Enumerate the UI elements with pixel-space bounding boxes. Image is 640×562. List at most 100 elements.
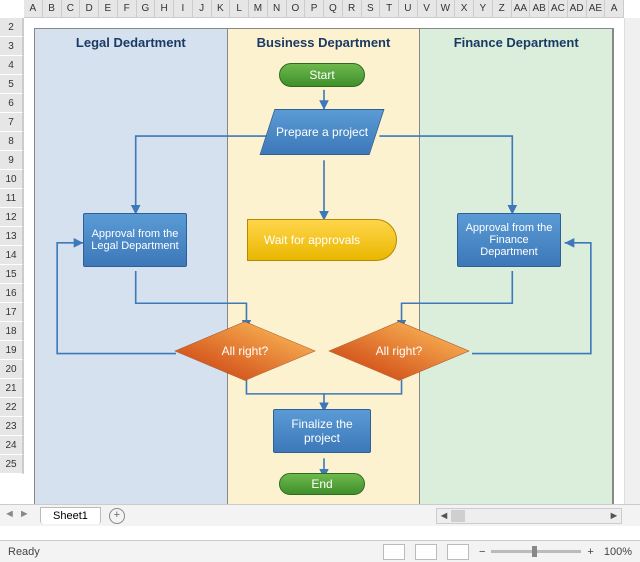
status-ready: Ready [8, 546, 40, 558]
row-headers: 2345678910111213141516171819202122232425 [0, 18, 24, 474]
scroll-thumb[interactable] [451, 510, 465, 522]
worksheet-canvas[interactable]: Legal Dedartment Business Department Fin… [24, 18, 624, 508]
col-header-I[interactable]: I [174, 0, 193, 17]
zoom-slider[interactable] [491, 550, 581, 553]
end-label: End [311, 477, 332, 491]
row-header-3[interactable]: 3 [0, 37, 23, 56]
sheet-tab-1[interactable]: Sheet1 [40, 507, 101, 524]
col-header-T[interactable]: T [380, 0, 399, 17]
col-header-R[interactable]: R [343, 0, 362, 17]
approval-legal-label: Approval from the Legal Department [88, 228, 182, 252]
zoom-out-button[interactable]: − [479, 546, 485, 558]
row-header-20[interactable]: 20 [0, 360, 23, 379]
row-header-13[interactable]: 13 [0, 227, 23, 246]
scroll-left-icon[interactable]: ◄ [437, 509, 451, 523]
col-header-W[interactable]: W [437, 0, 456, 17]
row-header-25[interactable]: 25 [0, 455, 23, 474]
wait-label: Wait for approvals [264, 233, 360, 247]
shape-start[interactable]: Start [279, 63, 365, 87]
row-header-4[interactable]: 4 [0, 56, 23, 75]
row-header-15[interactable]: 15 [0, 265, 23, 284]
col-header-V[interactable]: V [418, 0, 437, 17]
tab-next-icon[interactable]: ► [19, 508, 30, 520]
row-header-17[interactable]: 17 [0, 303, 23, 322]
col-header-H[interactable]: H [155, 0, 174, 17]
row-header-12[interactable]: 12 [0, 208, 23, 227]
decision-left-label: All right? [175, 321, 315, 381]
row-header-7[interactable]: 7 [0, 113, 23, 132]
row-header-19[interactable]: 19 [0, 341, 23, 360]
approval-finance-label: Approval from the Finance Department [462, 222, 556, 258]
swimlane-container: Legal Dedartment Business Department Fin… [34, 28, 614, 506]
view-pagebreak-button[interactable] [447, 544, 469, 560]
col-header-AD[interactable]: AD [568, 0, 587, 17]
col-header-AC[interactable]: AC [549, 0, 568, 17]
col-header-Y[interactable]: Y [474, 0, 493, 17]
row-header-10[interactable]: 10 [0, 170, 23, 189]
zoom-level[interactable]: 100% [604, 546, 632, 558]
row-header-24[interactable]: 24 [0, 436, 23, 455]
col-header-E[interactable]: E [99, 0, 118, 17]
col-header-B[interactable]: B [43, 0, 62, 17]
row-header-18[interactable]: 18 [0, 322, 23, 341]
status-bar: Ready − + 100% [0, 540, 640, 562]
decision-right-label: All right? [329, 321, 469, 381]
col-header-C[interactable]: C [62, 0, 81, 17]
col-header-AB[interactable]: AB [530, 0, 549, 17]
row-header-2[interactable]: 2 [0, 18, 23, 37]
col-header-J[interactable]: J [193, 0, 212, 17]
lane-business-title: Business Department [228, 29, 420, 56]
tab-nav[interactable]: ◄ ► [4, 508, 44, 520]
scroll-right-icon[interactable]: ► [607, 509, 621, 523]
col-header-AE[interactable]: AE [587, 0, 606, 17]
col-header-U[interactable]: U [399, 0, 418, 17]
col-header-Z[interactable]: Z [493, 0, 512, 17]
vertical-scrollbar[interactable] [624, 18, 640, 506]
add-sheet-button[interactable]: + [109, 508, 125, 524]
shape-approval-legal[interactable]: Approval from the Legal Department [83, 213, 187, 267]
start-label: Start [309, 68, 334, 82]
shape-finalize[interactable]: Finalize the project [273, 409, 371, 453]
col-header-O[interactable]: O [287, 0, 306, 17]
row-header-6[interactable]: 6 [0, 94, 23, 113]
col-header-G[interactable]: G [137, 0, 156, 17]
shape-approval-finance[interactable]: Approval from the Finance Department [457, 213, 561, 267]
row-header-16[interactable]: 16 [0, 284, 23, 303]
col-header-A[interactable]: A [605, 0, 624, 17]
shape-prepare[interactable]: Prepare a project [260, 109, 385, 155]
row-header-9[interactable]: 9 [0, 151, 23, 170]
col-header-D[interactable]: D [80, 0, 99, 17]
row-header-8[interactable]: 8 [0, 132, 23, 151]
col-header-F[interactable]: F [118, 0, 137, 17]
lane-legal-title: Legal Dedartment [35, 29, 227, 56]
lane-legal: Legal Dedartment [35, 29, 228, 505]
row-header-21[interactable]: 21 [0, 379, 23, 398]
tab-prev-icon[interactable]: ◄ [4, 508, 15, 520]
zoom-control[interactable]: − + [479, 546, 594, 558]
view-pagelayout-button[interactable] [415, 544, 437, 560]
col-header-A[interactable]: A [24, 0, 43, 17]
row-header-11[interactable]: 11 [0, 189, 23, 208]
zoom-in-button[interactable]: + [587, 546, 593, 558]
row-header-23[interactable]: 23 [0, 417, 23, 436]
col-header-X[interactable]: X [455, 0, 474, 17]
shape-decision-right[interactable]: All right? [329, 321, 469, 381]
shape-end[interactable]: End [279, 473, 365, 495]
col-header-Q[interactable]: Q [324, 0, 343, 17]
row-header-22[interactable]: 22 [0, 398, 23, 417]
shape-decision-left[interactable]: All right? [175, 321, 315, 381]
col-header-P[interactable]: P [305, 0, 324, 17]
view-normal-button[interactable] [383, 544, 405, 560]
col-header-K[interactable]: K [212, 0, 231, 17]
row-header-5[interactable]: 5 [0, 75, 23, 94]
row-header-14[interactable]: 14 [0, 246, 23, 265]
lane-finance: Finance Department [420, 29, 613, 505]
col-header-M[interactable]: M [249, 0, 268, 17]
col-header-L[interactable]: L [230, 0, 249, 17]
horizontal-scrollbar[interactable]: ◄ ► [436, 508, 622, 524]
shape-wait[interactable]: Wait for approvals [247, 219, 397, 261]
col-header-AA[interactable]: AA [512, 0, 531, 17]
col-header-N[interactable]: N [268, 0, 287, 17]
lane-finance-title: Finance Department [420, 29, 612, 56]
col-header-S[interactable]: S [362, 0, 381, 17]
